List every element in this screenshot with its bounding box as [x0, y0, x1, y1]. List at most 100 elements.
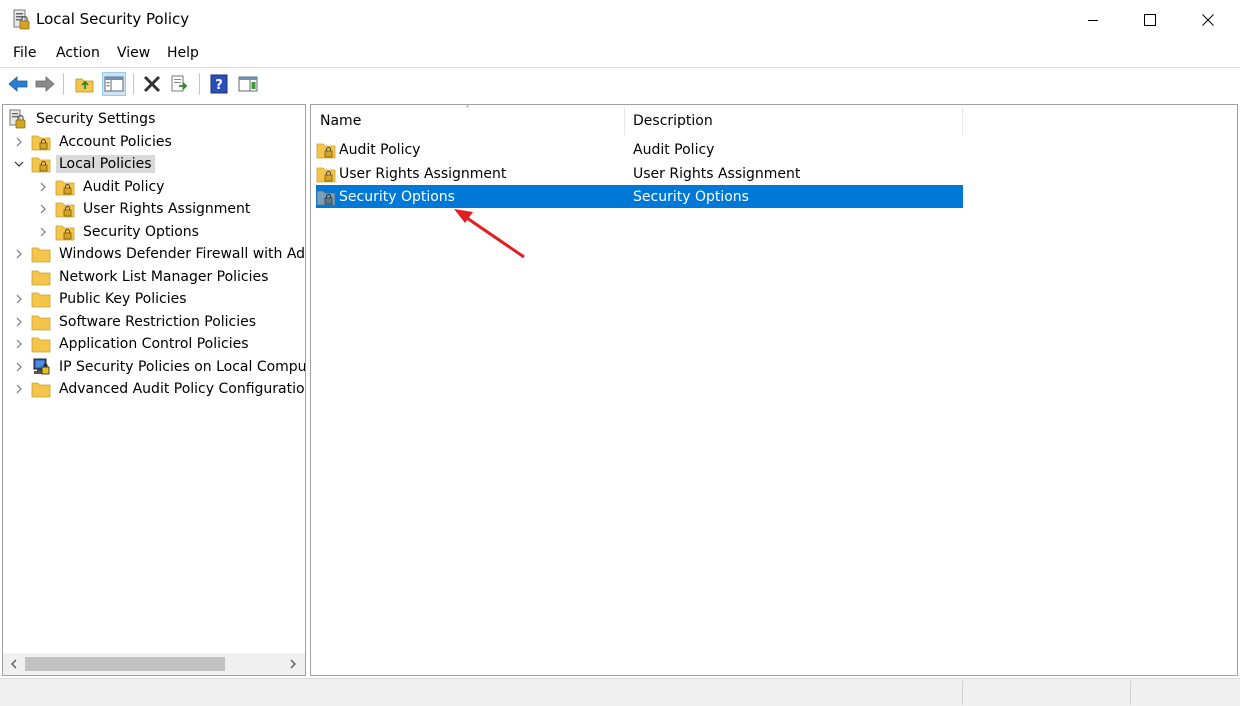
chevron-right-icon[interactable]: [37, 181, 49, 193]
up-folder-icon: [75, 78, 94, 93]
tree-item-advanced-audit-policy[interactable]: Advanced Audit Policy Configuration: [13, 378, 306, 400]
delete-button[interactable]: [140, 72, 164, 96]
back-button[interactable]: [6, 72, 30, 96]
list-item-audit-policy[interactable]: Audit Policy Audit Policy: [316, 138, 963, 161]
close-button[interactable]: [1179, 0, 1237, 40]
tree-item-user-rights-assignment[interactable]: User Rights Assignment: [37, 198, 253, 220]
toolbar: ?: [0, 68, 1240, 100]
minimize-icon: [1088, 20, 1098, 21]
toolbar-separator: [133, 73, 134, 95]
delete-icon: [143, 75, 161, 93]
locked-folder-icon: [55, 200, 75, 218]
ip-security-computer-icon: [31, 358, 51, 376]
tree-item-label: Application Control Policies: [59, 336, 249, 352]
list-item-security-options[interactable]: Security Options Security Options: [316, 185, 963, 208]
properties-icon: [238, 76, 258, 92]
back-icon: [8, 76, 28, 92]
folder-icon: [31, 245, 51, 263]
toolbar-separator: [199, 73, 200, 95]
chevron-right-icon[interactable]: [13, 136, 25, 148]
scroll-right-icon[interactable]: [287, 658, 299, 670]
tree-item-network-list-manager[interactable]: Network List Manager Policies: [13, 266, 271, 288]
list-item-description: Security Options: [633, 188, 749, 205]
locked-folder-icon: [31, 133, 51, 151]
tree-item-public-key-policies[interactable]: Public Key Policies: [13, 288, 190, 310]
maximize-icon: [1144, 14, 1156, 26]
tree-item-ip-security-policies[interactable]: IP Security Policies on Local Computer: [13, 356, 305, 378]
chevron-down-icon[interactable]: [13, 158, 25, 170]
security-policy-app-icon: [12, 9, 30, 31]
locked-folder-icon: [316, 141, 336, 159]
chevron-right-icon[interactable]: [13, 293, 25, 305]
tree-item-software-restriction[interactable]: Software Restriction Policies: [13, 311, 259, 333]
tree-item-account-policies[interactable]: Account Policies: [13, 131, 175, 153]
list-item-name: Audit Policy: [339, 141, 421, 158]
locked-folder-icon: [316, 165, 336, 183]
maximize-button[interactable]: [1121, 0, 1179, 40]
column-header-name[interactable]: Name: [320, 105, 624, 137]
list-item-description: Audit Policy: [633, 141, 715, 158]
tree-pane[interactable]: Security Settings Account Policies Local…: [2, 104, 306, 676]
list-item-name: User Rights Assignment: [339, 165, 507, 182]
menu-action[interactable]: Action: [56, 45, 100, 61]
list-item-name: Security Options: [339, 188, 455, 205]
tree-root[interactable]: Security Settings: [8, 108, 158, 130]
help-icon: ?: [210, 74, 228, 94]
column-header-description[interactable]: Description: [633, 105, 963, 137]
svg-text:?: ?: [215, 78, 223, 93]
scroll-left-icon[interactable]: [8, 658, 20, 670]
list-item-description: User Rights Assignment: [633, 165, 801, 182]
chevron-right-icon[interactable]: [13, 338, 25, 350]
chevron-right-icon[interactable]: [37, 203, 49, 215]
chevron-right-icon[interactable]: [13, 316, 25, 328]
horizontal-scrollbar[interactable]: [3, 653, 305, 675]
tree-item-windows-defender-firewall[interactable]: Windows Defender Firewall with Advar: [13, 243, 306, 265]
scrollbar-thumb[interactable]: [25, 657, 225, 671]
tree-item-label: User Rights Assignment: [83, 201, 251, 217]
list-item-user-rights-assignment[interactable]: User Rights Assignment User Rights Assig…: [316, 162, 963, 185]
folder-icon: [31, 290, 51, 308]
tree-item-application-control[interactable]: Application Control Policies: [13, 333, 252, 355]
tree-item-label: Local Policies: [56, 155, 155, 173]
tree-item-label: Account Policies: [59, 134, 172, 150]
tree-item-label: Advanced Audit Policy Configuration: [59, 381, 306, 397]
menu-help[interactable]: Help: [167, 45, 199, 61]
properties-button[interactable]: [236, 72, 260, 96]
export-list-button[interactable]: [168, 72, 192, 96]
up-one-level-button[interactable]: [73, 72, 97, 96]
toolbar-separator: [63, 73, 64, 95]
help-button[interactable]: ?: [207, 72, 231, 96]
locked-folder-icon: [31, 155, 51, 173]
chevron-right-icon[interactable]: [13, 361, 25, 373]
chevron-right-icon[interactable]: [13, 248, 25, 260]
tree-item-audit-policy[interactable]: Audit Policy: [37, 176, 167, 198]
tree-item-local-policies[interactable]: Local Policies: [13, 153, 155, 175]
title-bar: Local Security Policy: [0, 0, 1240, 40]
folder-icon: [31, 313, 51, 331]
status-bar: [0, 678, 1240, 706]
locked-folder-icon: [55, 223, 75, 241]
tree-item-label: Software Restriction Policies: [59, 314, 257, 330]
folder-icon: [31, 335, 51, 353]
export-list-icon: [171, 75, 188, 92]
security-settings-icon: [8, 109, 28, 129]
tree-item-label: Network List Manager Policies: [59, 269, 269, 285]
forward-button[interactable]: [33, 72, 57, 96]
close-icon: [1202, 14, 1214, 26]
menu-bar: File Action View Help: [0, 40, 1240, 68]
show-hide-tree-button[interactable]: [102, 72, 126, 96]
chevron-right-icon[interactable]: [37, 226, 49, 238]
tree-item-label: Audit Policy: [83, 179, 165, 195]
tree-item-security-options[interactable]: Security Options: [37, 221, 202, 243]
minimize-button[interactable]: [1064, 0, 1122, 40]
menu-view[interactable]: View: [117, 45, 150, 61]
tree-item-label: Windows Defender Firewall with Advar: [59, 246, 306, 262]
folder-icon: [31, 268, 51, 286]
chevron-right-icon[interactable]: [13, 383, 25, 395]
show-hide-tree-icon: [104, 76, 124, 92]
tree-item-label: Public Key Policies: [59, 291, 187, 307]
folder-icon: [31, 380, 51, 398]
menu-file[interactable]: File: [13, 45, 36, 61]
locked-folder-icon: [316, 188, 336, 206]
list-pane[interactable]: ˄ Name Description Audit Policy Audit Po…: [310, 104, 1238, 676]
